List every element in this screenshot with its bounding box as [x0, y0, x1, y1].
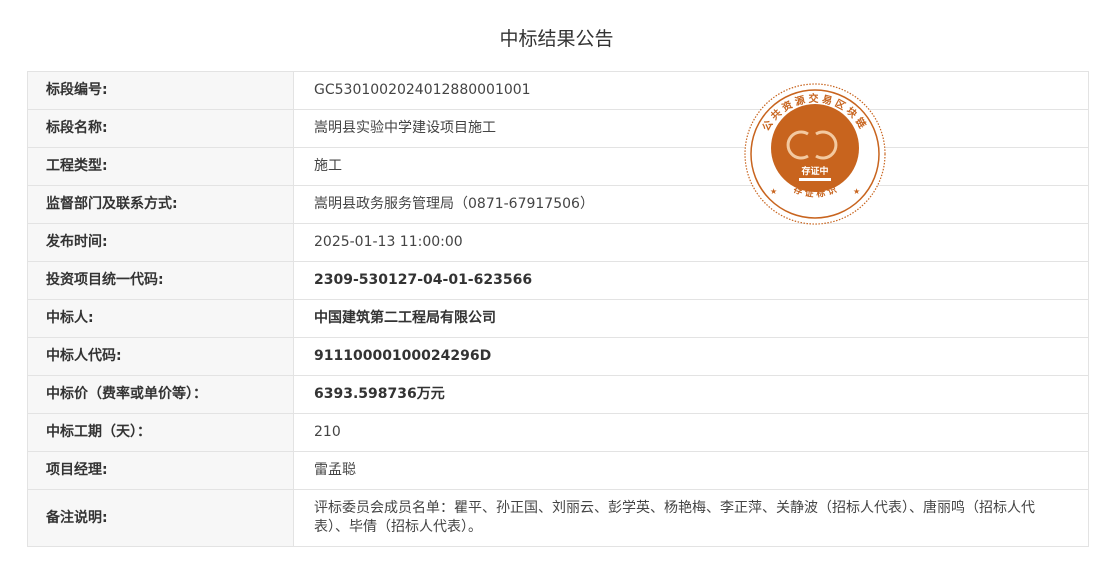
table-row: 工程类型: 施工: [27, 147, 1089, 186]
table-row: 中标人代码: 91110000100024296D: [27, 337, 1089, 376]
row-value: 中国建筑第二工程局有限公司: [293, 299, 1089, 338]
row-label: 监督部门及联系方式:: [27, 185, 294, 224]
row-value: 2025-01-13 11:00:00: [293, 223, 1089, 262]
table-row: 项目经理: 雷孟聪: [27, 451, 1089, 490]
row-label: 中标人:: [27, 299, 294, 338]
row-value: 嵩明县政务服务管理局（0871-67917506）: [293, 185, 1089, 224]
svg-text:★: ★: [853, 187, 860, 196]
table-row: 标段编号: GC5301002024012880001001: [27, 71, 1089, 110]
row-label: 项目经理:: [27, 451, 294, 490]
row-label: 备注说明:: [27, 489, 294, 547]
page-title: 中标结果公告: [499, 28, 614, 50]
row-value: 6393.598736万元: [293, 375, 1089, 414]
row-value: 评标委员会成员名单：瞿平、孙正国、刘丽云、彭学英、杨艳梅、李正萍、关静波（招标人…: [293, 489, 1089, 547]
table-row: 发布时间: 2025-01-13 11:00:00: [27, 223, 1089, 262]
row-label: 标段名称:: [27, 109, 294, 148]
blockchain-seal-icon: 公共资源交易区块链 存证中 存 证 标 识 ★ ★: [744, 83, 886, 225]
row-value: 91110000100024296D: [293, 337, 1089, 376]
svg-text:★: ★: [770, 187, 777, 196]
row-label: 中标价（费率或单价等）：: [27, 375, 294, 414]
table-row: 中标人: 中国建筑第二工程局有限公司: [27, 299, 1089, 338]
row-label: 中标人代码:: [27, 337, 294, 376]
table-row: 监督部门及联系方式: 嵩明县政务服务管理局（0871-67917506）: [27, 185, 1089, 224]
row-label: 中标工期（天）：: [27, 413, 294, 452]
row-value: 雷孟聪: [293, 451, 1089, 490]
table-row: 标段名称: 嵩明县实验中学建设项目施工: [27, 109, 1089, 148]
row-label: 工程类型:: [27, 147, 294, 186]
table-row: 备注说明: 评标委员会成员名单：瞿平、孙正国、刘丽云、彭学英、杨艳梅、李正萍、关…: [27, 489, 1089, 547]
row-value: 210: [293, 413, 1089, 452]
row-value: 嵩明县实验中学建设项目施工: [293, 109, 1089, 148]
row-value: 2309-530127-04-01-623566: [293, 261, 1089, 300]
table-row: 中标价（费率或单价等）： 6393.598736万元: [27, 375, 1089, 414]
row-value: GC5301002024012880001001: [293, 71, 1089, 110]
seal-center-text: 存证中: [801, 165, 828, 177]
row-value: 施工: [293, 147, 1089, 186]
row-label: 发布时间:: [27, 223, 294, 262]
row-label: 标段编号:: [27, 71, 294, 110]
table-row: 中标工期（天）： 210: [27, 413, 1089, 452]
announcement-table: 标段编号: GC5301002024012880001001 标段名称: 嵩明县…: [27, 71, 1089, 547]
row-label: 投资项目统一代码:: [27, 261, 294, 300]
table-row: 投资项目统一代码: 2309-530127-04-01-623566: [27, 261, 1089, 300]
